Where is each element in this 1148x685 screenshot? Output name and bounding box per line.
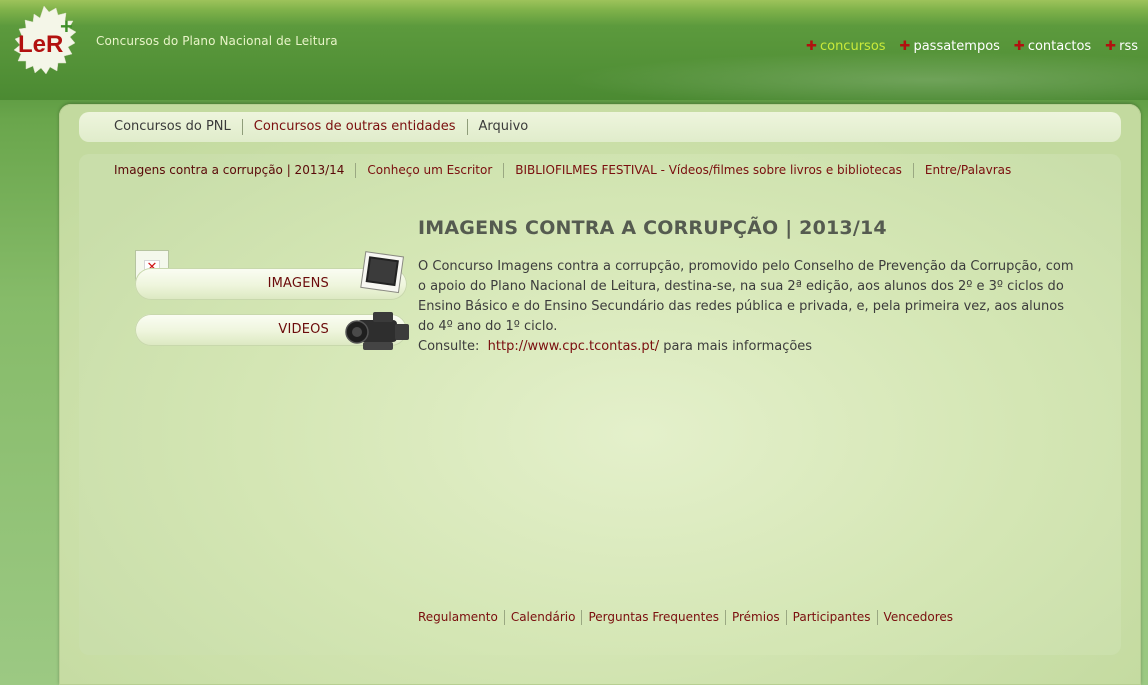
link-participantes[interactable]: Participantes <box>785 610 877 625</box>
topnav-contactos[interactable]: ✚ contactos <box>1014 39 1091 54</box>
link-calendario[interactable]: Calendário <box>503 610 582 625</box>
topnav-label: passatempos <box>913 39 1000 54</box>
link-premios[interactable]: Prémios <box>724 610 786 625</box>
link-perguntas-frequentes[interactable]: Perguntas Frequentes <box>581 610 725 625</box>
link-regulamento[interactable]: Regulamento <box>418 610 504 625</box>
contest-subnav: Imagens contra a corrupção | 2013/14 Con… <box>114 163 1022 178</box>
videos-button[interactable]: VIDEOS <box>135 312 409 350</box>
topnav-label: contactos <box>1027 39 1092 54</box>
content-area: Imagens contra a corrupção | 2013/14 Con… <box>79 154 1121 655</box>
topnav-passatempos[interactable]: ✚ passatempos <box>900 39 1000 54</box>
tab-concursos-pnl[interactable]: Concursos do PNL <box>79 119 242 135</box>
main-panel: Concursos do PNL Concursos de outras ent… <box>59 104 1141 685</box>
header-bar: LeR + Concursos do Plano Nacional de Lei… <box>0 0 1148 100</box>
site-tagline: Concursos do Plano Nacional de Leitura <box>96 34 338 48</box>
subnav-conheco-escritor[interactable]: Conheço um Escritor <box>355 163 503 178</box>
tab-outras-entidades[interactable]: Concursos de outras entidades <box>241 119 467 135</box>
contest-footer-links: Regulamento Calendário Perguntas Frequen… <box>418 610 959 625</box>
videos-label: VIDEOS <box>278 322 329 337</box>
tab-arquivo[interactable]: Arquivo <box>466 119 540 135</box>
subnav-entre-palavras[interactable]: Entre/Palavras <box>912 163 1022 178</box>
logo-plus: + <box>60 14 73 39</box>
video-camera-icon <box>345 312 409 350</box>
logo-text: LeR <box>18 31 63 58</box>
plus-icon: ✚ <box>1105 39 1117 54</box>
plus-icon: ✚ <box>899 39 911 54</box>
topnav-label: concursos <box>819 39 886 54</box>
plus-icon: ✚ <box>806 39 817 54</box>
article: IMAGENS CONTRA A CORRUPÇÃO | 2013/14 O C… <box>418 217 1078 357</box>
page-title: IMAGENS CONTRA A CORRUPÇÃO | 2013/14 <box>418 217 887 239</box>
cpc-link[interactable]: http://www.cpc.tcontas.pt/ <box>488 339 659 354</box>
link-vencedores[interactable]: Vencedores <box>876 610 960 625</box>
subnav-bibliofilmes[interactable]: BIBLIOFILMES FESTIVAL - Vídeos/filmes so… <box>503 163 913 178</box>
article-text: O Concurso Imagens contra a corrupção, p… <box>418 259 1074 334</box>
consult-prefix: Consulte: <box>418 339 480 354</box>
category-tabs: Concursos do PNL Concursos de outras ent… <box>79 112 1121 142</box>
topnav-label: rss <box>1119 39 1138 54</box>
article-paragraph: O Concurso Imagens contra a corrupção, p… <box>418 257 1078 357</box>
top-navigation: ✚ concursos ✚ passatempos ✚ contactos ✚ … <box>806 39 1138 54</box>
ler-logo[interactable]: LeR + <box>6 4 86 76</box>
imagens-label: IMAGENS <box>267 276 329 291</box>
imagens-button[interactable]: IMAGENS <box>135 251 409 302</box>
subnav-imagens-corrupcao[interactable]: Imagens contra a corrupção | 2013/14 <box>114 163 355 178</box>
topnav-concursos[interactable]: ✚ concursos <box>806 39 885 54</box>
photo-icon <box>360 251 405 294</box>
consult-suffix: para mais informações <box>663 339 813 354</box>
plus-icon: ✚ <box>1013 39 1025 54</box>
topnav-rss[interactable]: ✚ rss <box>1105 39 1138 54</box>
